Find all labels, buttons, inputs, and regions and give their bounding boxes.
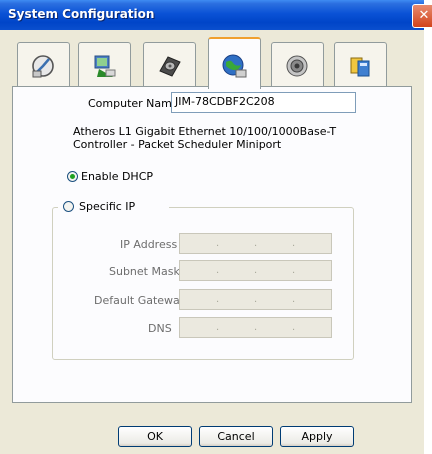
- ok-button[interactable]: OK: [118, 426, 192, 447]
- dns-label: DNS: [148, 322, 172, 335]
- default-gateway-input[interactable]: ...: [179, 289, 332, 310]
- programs-icon: [350, 57, 370, 77]
- dns-input[interactable]: ...: [179, 317, 332, 338]
- computer-icon: [94, 55, 116, 77]
- enable-dhcp-radio[interactable]: [67, 171, 78, 182]
- system-configuration-window: System Configuration Computer Name JIM-7…: [0, 0, 424, 454]
- tab-programs[interactable]: [334, 42, 387, 86]
- subnet-mask-label: Subnet Mask: [109, 265, 180, 278]
- hard-disk-icon: [159, 56, 181, 77]
- default-gateway-label: Default Gateway: [94, 294, 187, 307]
- window-title: System Configuration: [8, 7, 155, 21]
- ip-address-label: IP Address: [120, 238, 178, 251]
- close-icon: ✕: [418, 8, 430, 23]
- computer-name-input[interactable]: JIM-78CDBF2C208: [171, 92, 356, 113]
- speaker-icon: [286, 55, 308, 77]
- adapter-description-line-2: Controller - Packet Scheduler Miniport: [73, 138, 282, 151]
- apply-button[interactable]: Apply: [280, 426, 354, 447]
- subnet-mask-input[interactable]: ...: [179, 260, 332, 281]
- specific-ip-radio[interactable]: [63, 201, 74, 212]
- specific-ip-label[interactable]: Specific IP: [79, 200, 135, 213]
- tab-network[interactable]: [208, 37, 261, 89]
- tab-speaker[interactable]: [271, 42, 324, 86]
- tab-network-tools[interactable]: [17, 42, 70, 86]
- network-globe-icon: [222, 54, 247, 78]
- cancel-button[interactable]: Cancel: [199, 426, 273, 447]
- tab-hard-disk[interactable]: [143, 42, 196, 86]
- tab-computer[interactable]: [78, 42, 131, 86]
- enable-dhcp-label[interactable]: Enable DHCP: [81, 170, 153, 183]
- ip-address-input[interactable]: ...: [179, 233, 332, 254]
- close-button[interactable]: ✕: [412, 4, 432, 28]
- specific-ip-legend[interactable]: Specific IP ___________________: [58, 199, 169, 215]
- computer-name-label: Computer Name: [88, 97, 179, 110]
- adapter-description-line-1: Atheros L1 Gigabit Ethernet 10/100/1000B…: [73, 125, 337, 138]
- network-tools-icon: [32, 55, 54, 78]
- title-bar[interactable]: System Configuration: [0, 0, 424, 30]
